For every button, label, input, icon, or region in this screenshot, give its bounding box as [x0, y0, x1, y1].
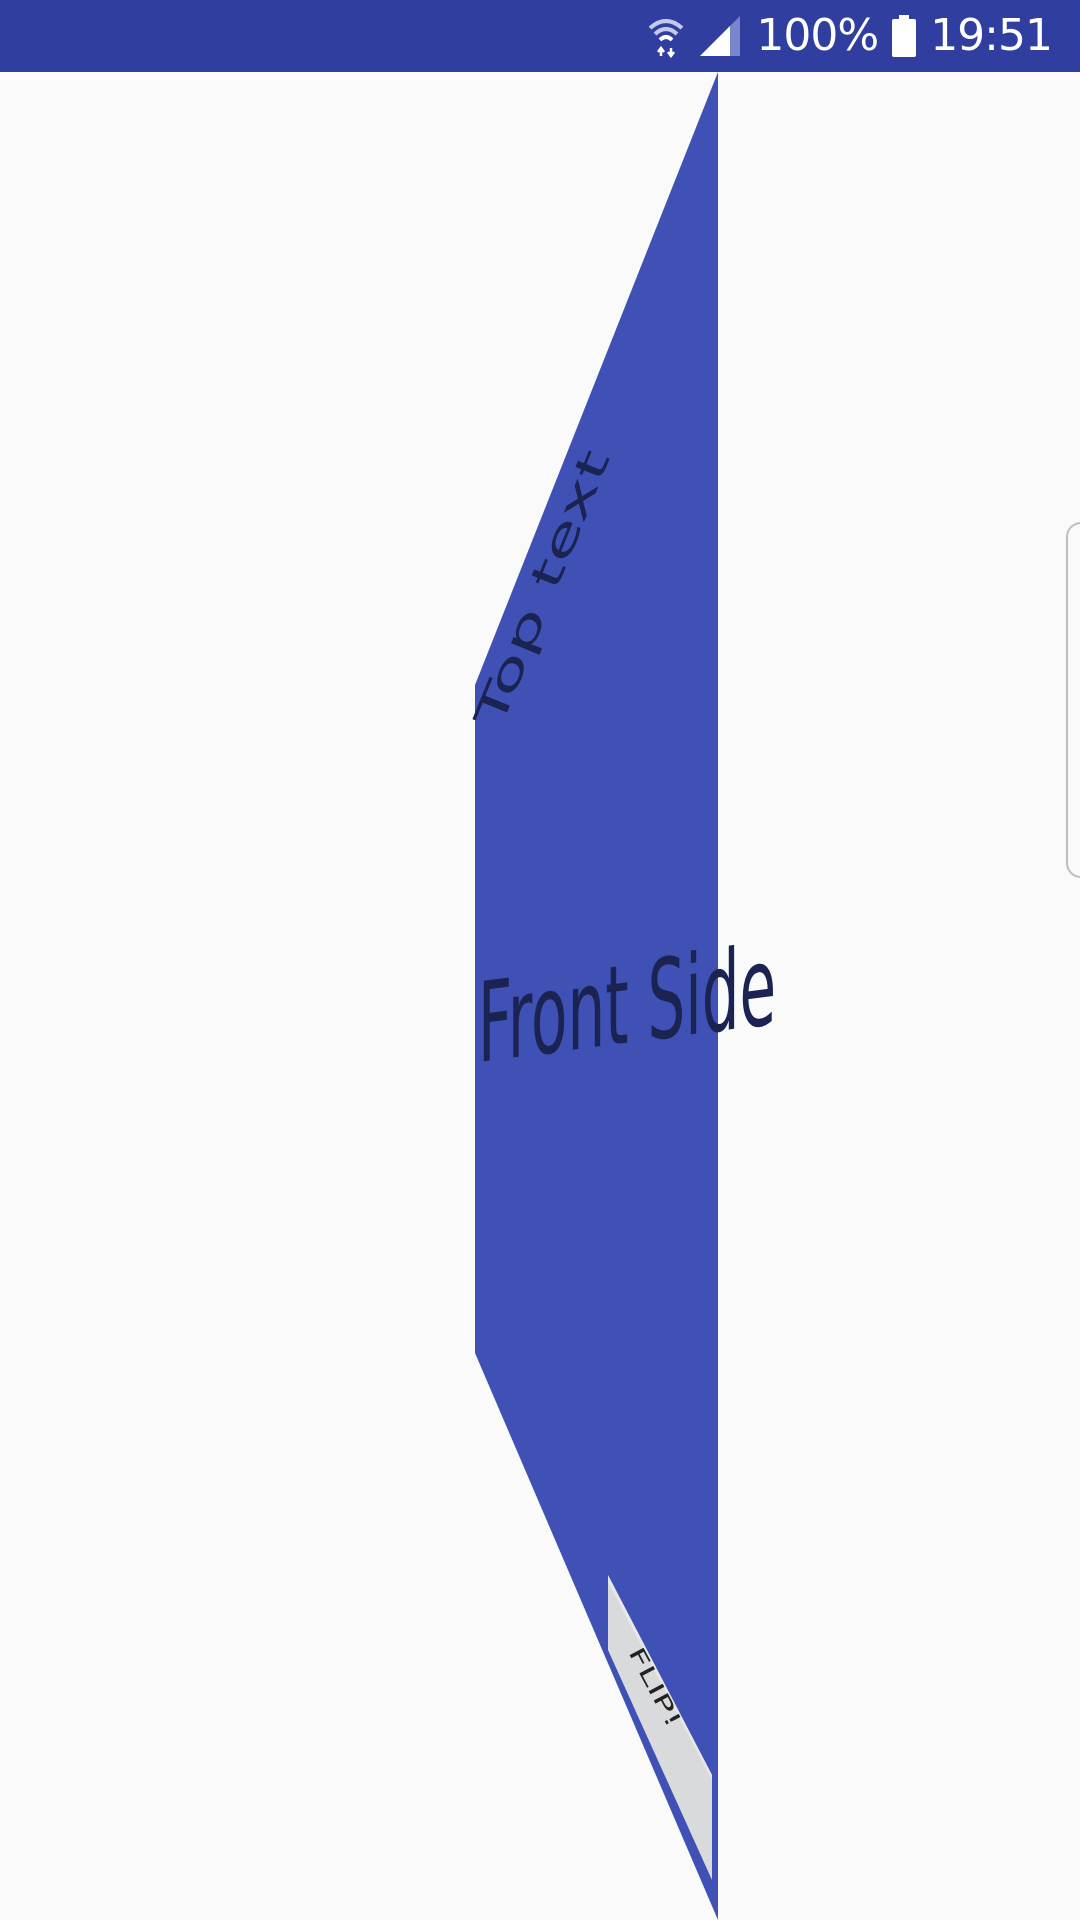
edge-panel-handle[interactable] — [1066, 522, 1080, 878]
wifi-icon — [646, 14, 686, 58]
battery-percent: 100% — [756, 10, 879, 61]
status-bar: 100% 19:51 — [0, 0, 1080, 72]
signal-icon — [700, 16, 742, 56]
content-area: Top text Front Side FLIP! — [0, 72, 1080, 1920]
status-icons: 100% 19:51 — [646, 0, 1053, 72]
clock-time: 19:51 — [930, 10, 1053, 61]
flip-card-stage: Top text Front Side FLIP! — [465, 72, 776, 1920]
battery-icon — [892, 15, 917, 57]
